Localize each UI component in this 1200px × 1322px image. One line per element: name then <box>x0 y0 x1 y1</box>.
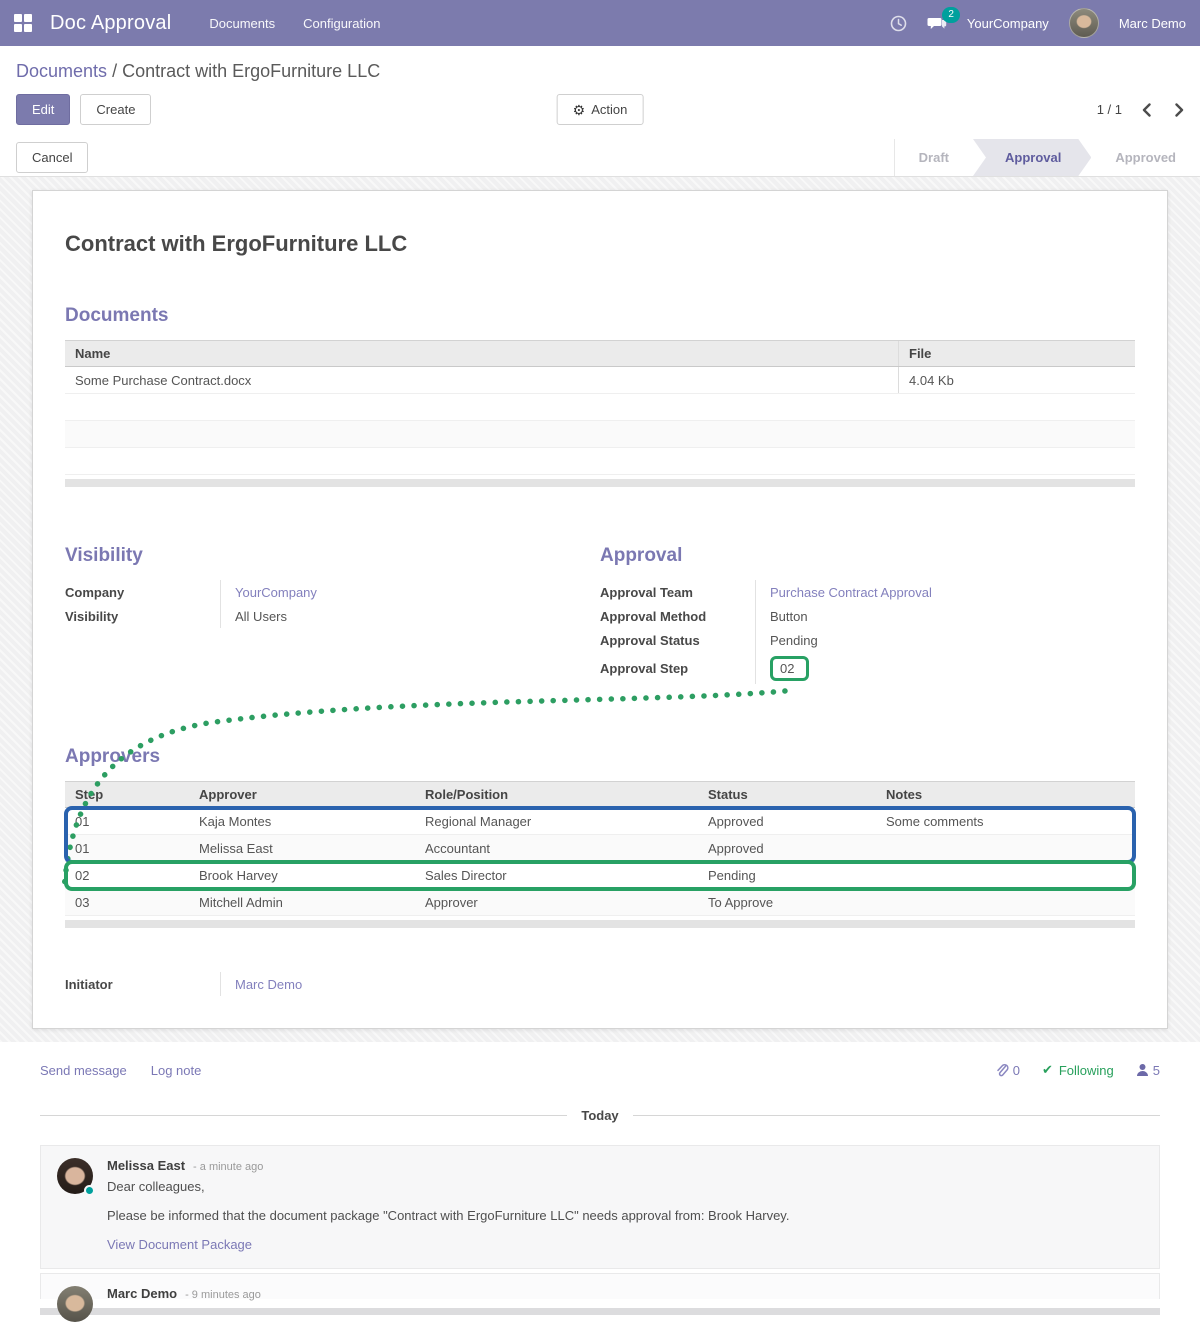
message-author-name[interactable]: Marc Demo <box>107 1286 177 1301</box>
pager-count: 1 / 1 <box>1097 102 1122 117</box>
approval-section-heading: Approval <box>600 545 1135 567</box>
visibility-label: Visibility <box>65 609 220 624</box>
approvers-section-heading: Approvers <box>65 746 1135 768</box>
table-footer-strip <box>65 479 1135 487</box>
empty-row <box>65 421 1135 448</box>
breadcrumb-current: Contract with ErgoFurniture LLC <box>122 61 380 81</box>
app-title[interactable]: Doc Approval <box>50 12 171 35</box>
empty-row <box>65 448 1135 475</box>
person-icon <box>1136 1063 1149 1077</box>
table-footer-strip <box>65 920 1135 928</box>
control-panel-buttons: Edit Create ⚙ Action 1 / 1 <box>0 86 1200 139</box>
visibility-value: All Users <box>220 604 600 628</box>
documents-table-header: Name File <box>65 340 1135 367</box>
activities-clock-icon[interactable] <box>890 15 907 32</box>
message-marc-demo: Marc Demo - 9 minutes ago <box>40 1273 1160 1299</box>
nav-item-configuration[interactable]: Configuration <box>303 16 380 31</box>
message-body-text: Please be informed that the document pac… <box>107 1208 1143 1223</box>
nav-menu: Documents Configuration <box>209 16 380 31</box>
documents-section-heading: Documents <box>65 305 1135 327</box>
breadcrumb-separator: / <box>112 61 117 81</box>
statusbar: Cancel Draft Approval Approved <box>0 139 1200 177</box>
initiator-label: Initiator <box>65 977 220 992</box>
clipped-message-strip <box>40 1308 1160 1315</box>
paperclip-icon <box>995 1063 1009 1078</box>
nav-item-documents[interactable]: Documents <box>209 16 275 31</box>
approval-status-label: Approval Status <box>600 633 755 648</box>
create-button[interactable]: Create <box>80 94 151 125</box>
visibility-section-heading: Visibility <box>65 545 600 567</box>
today-divider: Today <box>40 1108 1160 1123</box>
column-header-approver[interactable]: Approver <box>189 787 415 802</box>
documents-table: Name File Some Purchase Contract.docx 4.… <box>65 340 1135 487</box>
send-message-button[interactable]: Send message <box>40 1063 127 1078</box>
approver-row[interactable]: 02 Brook Harvey Sales Director Pending <box>65 862 1135 889</box>
message-timestamp: - 9 minutes ago <box>185 1289 261 1301</box>
log-note-button[interactable]: Log note <box>151 1063 202 1078</box>
message-author-avatar[interactable] <box>57 1158 93 1194</box>
company-switcher[interactable]: YourCompany <box>967 16 1049 31</box>
chatter: Send message Log note 0 ✔ Following 5 To… <box>0 1042 1200 1315</box>
top-navbar: Doc Approval Documents Configuration 2 Y… <box>0 0 1200 46</box>
approved-rows-group: 01 Kaja Montes Regional Manager Approved… <box>65 808 1135 862</box>
approval-group: Approval Approval Team Purchase Contract… <box>600 545 1135 684</box>
check-icon: ✔ <box>1042 1062 1053 1078</box>
message-melissa-east: Melissa East - a minute ago Dear colleag… <box>40 1145 1160 1269</box>
document-row[interactable]: Some Purchase Contract.docx 4.04 Kb <box>65 367 1135 394</box>
status-step-approval[interactable]: Approval <box>973 139 1091 176</box>
followers-counter[interactable]: 5 <box>1136 1063 1160 1078</box>
column-header-status[interactable]: Status <box>698 787 876 802</box>
cancel-button[interactable]: Cancel <box>16 142 88 173</box>
message-timestamp: - a minute ago <box>193 1161 263 1173</box>
gear-icon: ⚙ <box>573 103 586 117</box>
following-toggle[interactable]: ✔ Following <box>1042 1062 1114 1078</box>
breadcrumb: Documents / Contract with ErgoFurniture … <box>0 46 1200 86</box>
edit-button[interactable]: Edit <box>16 94 70 125</box>
approver-row[interactable]: 03 Mitchell Admin Approver To Approve <box>65 889 1135 916</box>
initiator-value-link[interactable]: Marc Demo <box>235 977 302 992</box>
column-header-file[interactable]: File <box>898 341 1135 366</box>
approvers-table-header: Step Approver Role/Position Status Notes <box>65 781 1135 808</box>
messages-icon[interactable]: 2 <box>927 15 947 32</box>
column-header-step[interactable]: Step <box>65 787 189 802</box>
form-background: Contract with ErgoFurniture LLC Document… <box>0 177 1200 1042</box>
action-button[interactable]: ⚙ Action <box>557 94 644 125</box>
status-step-draft[interactable]: Draft <box>895 139 973 176</box>
approval-step-label: Approval Step <box>600 661 755 676</box>
approver-row[interactable]: 01 Kaja Montes Regional Manager Approved… <box>65 808 1135 835</box>
user-menu[interactable]: Marc Demo <box>1119 16 1186 31</box>
approval-team-value-link[interactable]: Purchase Contract Approval <box>770 585 932 600</box>
online-status-dot <box>84 1185 95 1196</box>
message-author-name[interactable]: Melissa East <box>107 1158 185 1173</box>
user-avatar[interactable] <box>1069 8 1099 38</box>
company-value-link[interactable]: YourCompany <box>235 585 317 600</box>
column-header-name[interactable]: Name <box>65 346 898 361</box>
approvers-table: Step Approver Role/Position Status Notes… <box>65 781 1135 928</box>
record-title: Contract with ErgoFurniture LLC <box>65 231 1135 257</box>
pager-previous-icon[interactable] <box>1142 103 1151 117</box>
column-header-role[interactable]: Role/Position <box>415 787 698 802</box>
approver-row[interactable]: 01 Melissa East Accountant Approved <box>65 835 1135 862</box>
company-label: Company <box>65 585 220 600</box>
empty-row <box>65 394 1135 421</box>
messages-badge: 2 <box>942 7 960 23</box>
approval-method-label: Approval Method <box>600 609 755 624</box>
status-steps: Draft Approval Approved <box>894 139 1200 176</box>
status-step-approved[interactable]: Approved <box>1091 139 1200 176</box>
form-sheet: Contract with ErgoFurniture LLC Document… <box>32 190 1168 1029</box>
approval-step-value-highlighted: 02 <box>770 656 809 681</box>
pager-next-icon[interactable] <box>1175 103 1184 117</box>
approval-team-label: Approval Team <box>600 585 755 600</box>
visibility-group: Visibility Company YourCompany Visibilit… <box>65 545 600 684</box>
pending-row-group: 02 Brook Harvey Sales Director Pending <box>65 862 1135 889</box>
column-header-notes[interactable]: Notes <box>876 787 1135 802</box>
breadcrumb-parent[interactable]: Documents <box>16 61 107 81</box>
message-greeting: Dear colleagues, <box>107 1179 1143 1194</box>
attachments-counter[interactable]: 0 <box>995 1063 1020 1078</box>
apps-menu-icon[interactable] <box>14 14 32 32</box>
message-author-avatar[interactable] <box>57 1286 93 1322</box>
approval-method-value: Button <box>755 604 1135 628</box>
approval-status-value: Pending <box>755 628 1135 652</box>
view-document-package-link[interactable]: View Document Package <box>107 1237 252 1252</box>
